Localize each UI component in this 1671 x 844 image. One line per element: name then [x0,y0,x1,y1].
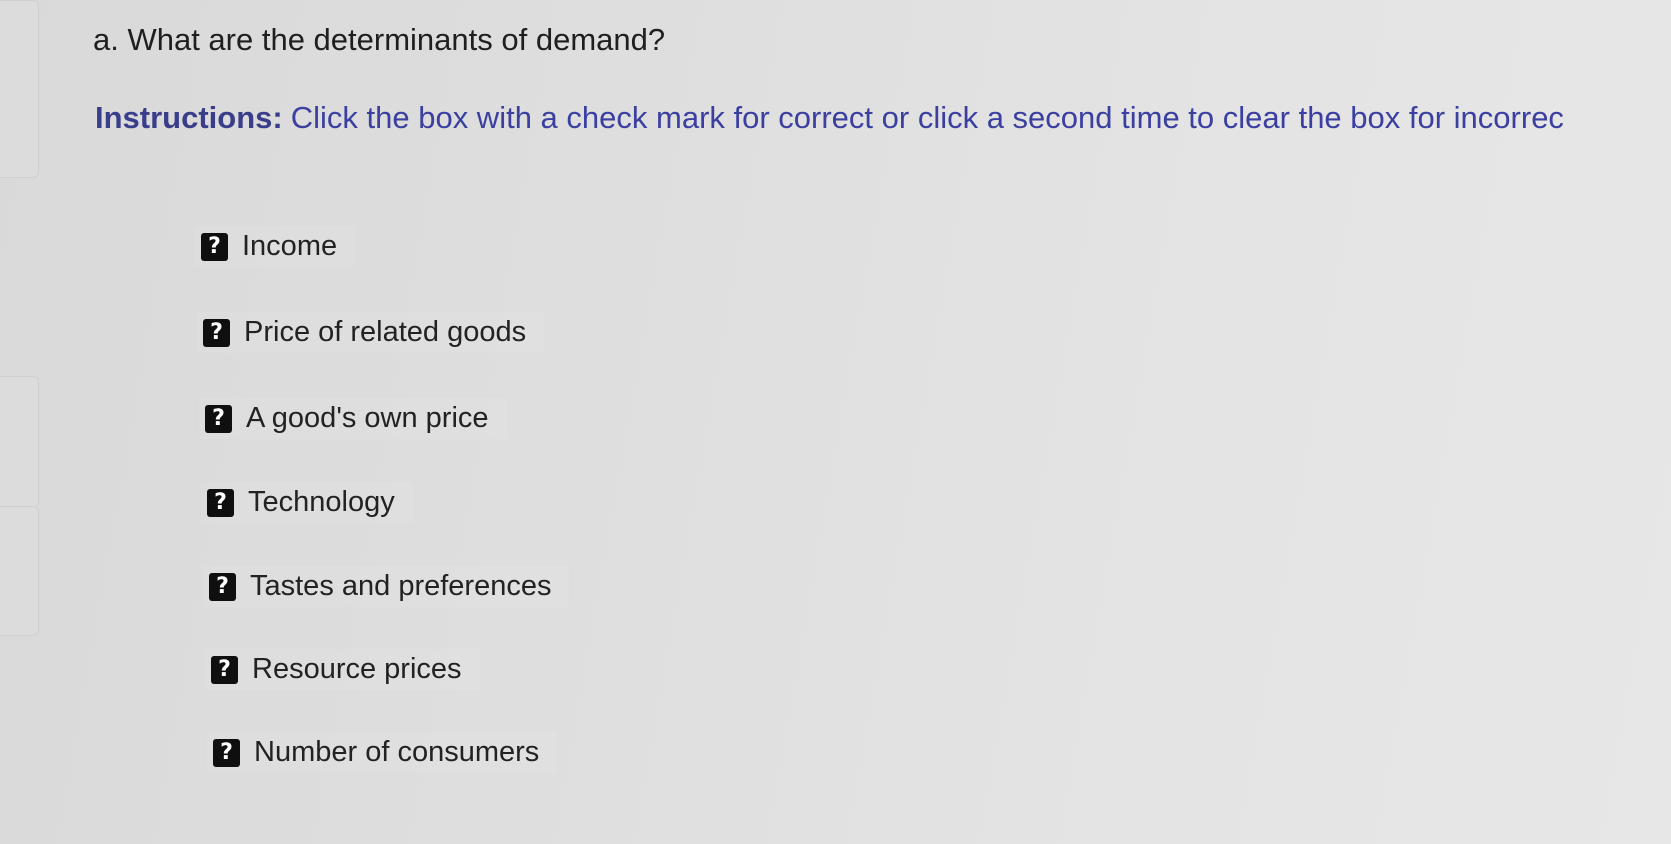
option-label: Price of related goods [244,316,527,348]
option-label: A good's own price [246,402,489,434]
option-tastes-and-preferences[interactable]: ? Tastes and preferences [203,566,570,607]
instructions-label: Instructions: [95,100,283,135]
question-mark-checkbox[interactable]: ? [207,488,234,517]
question-mark-checkbox[interactable]: ? [201,232,228,261]
left-edge-panel [0,0,39,178]
question-mark-checkbox[interactable]: ? [209,572,236,601]
option-goods-own-price[interactable]: ? A good's own price [199,398,507,439]
option-label: Number of consumers [254,736,540,768]
option-technology[interactable]: ? Technology [201,482,413,523]
option-label: Technology [248,486,395,518]
option-label: Resource prices [252,653,462,685]
option-price-of-related-goods[interactable]: ? Price of related goods [197,312,545,353]
option-label: Income [242,230,338,262]
option-number-of-consumers[interactable]: ? Number of consumers [207,732,558,773]
instructions-text: Click the box with a check mark for corr… [290,100,1564,135]
question-mark-checkbox[interactable]: ? [203,318,230,347]
question-mark-checkbox[interactable]: ? [213,738,240,767]
left-edge-panel [0,376,39,508]
question-mark-checkbox[interactable]: ? [211,655,238,684]
instructions: Instructions: Click the box with a check … [95,100,1671,136]
question-mark-checkbox[interactable]: ? [205,404,232,433]
option-income[interactable]: ? Income [195,226,356,267]
question-title: a. What are the determinants of demand? [93,22,666,57]
left-edge-panel [0,506,39,636]
option-label: Tastes and preferences [250,570,552,602]
option-resource-prices[interactable]: ? Resource prices [205,649,480,690]
